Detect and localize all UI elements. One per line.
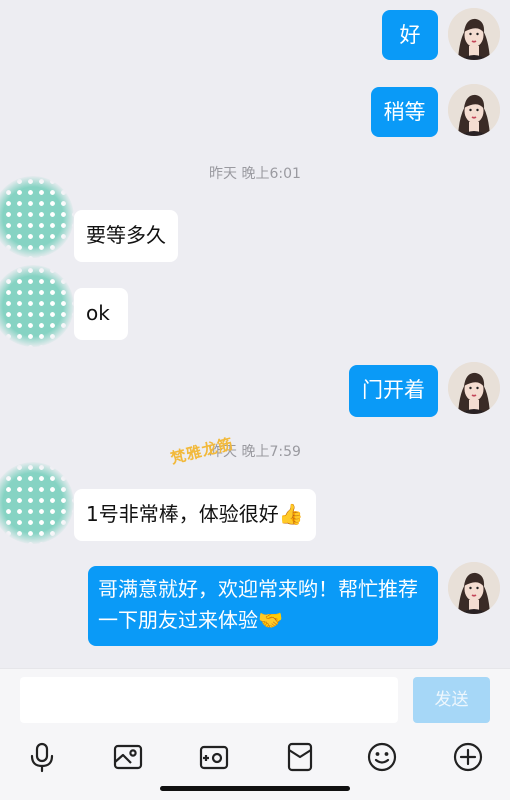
my-avatar[interactable] (448, 562, 500, 614)
timestamp: 昨天 晚上7:59 (209, 444, 301, 460)
my-message-bubble[interactable]: 好 (382, 10, 438, 60)
image-icon[interactable] (111, 740, 145, 774)
composer-bar: 发送 (0, 668, 510, 730)
my-avatar[interactable] (448, 362, 500, 414)
other-message-bubble[interactable]: 要等多久 (74, 210, 178, 262)
other-avatar[interactable] (0, 265, 74, 347)
my-message-bubble[interactable]: 门开着 (349, 365, 438, 417)
chat-area[interactable]: 好 稍等 昨天 晚上6:01 要等多久 ok 门开着 昨天 晚上7:59 梵雅龙… (0, 0, 510, 668)
home-indicator (160, 786, 350, 791)
plus-icon[interactable] (451, 740, 485, 774)
message-input[interactable] (20, 677, 398, 723)
other-message-bubble[interactable]: ok (74, 288, 128, 340)
red-packet-icon[interactable] (283, 740, 317, 774)
other-message-bubble[interactable]: 1号非常棒，体验很好👍 (74, 489, 316, 541)
emoji-icon[interactable] (365, 740, 399, 774)
my-avatar[interactable] (448, 8, 500, 60)
other-avatar[interactable] (0, 462, 74, 544)
camera-icon[interactable] (197, 740, 231, 774)
microphone-icon[interactable] (25, 740, 59, 774)
other-avatar[interactable] (0, 176, 74, 258)
watermark: 梵雅龙筋 (168, 434, 236, 468)
my-message-bubble[interactable]: 哥满意就好，欢迎常来哟！帮忙推荐一下朋友过来体验🤝 (88, 566, 438, 646)
timestamp: 昨天 晚上6:01 (209, 166, 301, 182)
my-message-bubble[interactable]: 稍等 (371, 87, 438, 137)
my-avatar[interactable] (448, 84, 500, 136)
send-button[interactable]: 发送 (413, 677, 490, 723)
